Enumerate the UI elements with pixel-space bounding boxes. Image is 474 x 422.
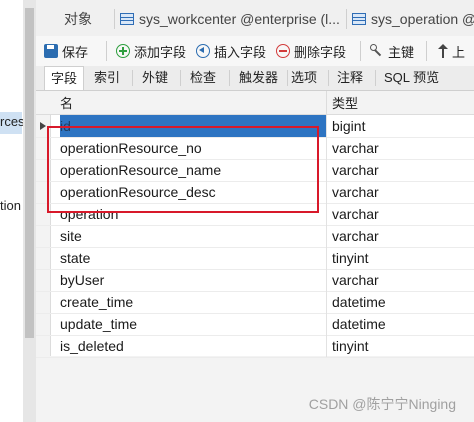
tab-fields[interactable]: 字段 [44, 66, 85, 90]
current-row-marker-icon [40, 122, 46, 130]
fields-grid: 名 类型 id bigint operationResource_no varchar… [36, 91, 474, 422]
table-row[interactable]: operationResource_name varchar [36, 159, 474, 182]
field-name-cell[interactable]: operationResource_name [60, 159, 326, 181]
table-row[interactable]: id bigint [36, 115, 474, 138]
save-button[interactable]: 保存 [44, 40, 88, 62]
field-name-cell[interactable]: create_time [60, 291, 326, 313]
navigator-item-fragment[interactable]: tion [0, 198, 21, 213]
tab-foreign-keys[interactable]: 外键 [136, 66, 174, 90]
insert-field-button[interactable]: 插入字段 [196, 40, 266, 62]
field-name-cell[interactable]: is_deleted [60, 335, 326, 357]
table-row[interactable]: update_time datetime [36, 313, 474, 336]
table-row[interactable]: operationResource_desc varchar [36, 181, 474, 204]
tab-checks[interactable]: 检查 [184, 66, 222, 90]
grid-header: 名 类型 [36, 91, 474, 115]
table-icon [120, 13, 134, 25]
field-name-cell[interactable]: operation [60, 203, 326, 225]
field-name-cell[interactable]: operationResource_desc [60, 181, 326, 203]
move-up-button[interactable]: 上 [438, 40, 465, 62]
insert-icon [196, 44, 210, 58]
save-icon [44, 44, 58, 58]
key-icon [370, 44, 384, 58]
field-type-cell[interactable]: varchar [332, 137, 472, 159]
field-name-cell[interactable]: id [60, 115, 326, 137]
table-row[interactable]: create_time datetime [36, 291, 474, 314]
field-type-cell[interactable]: varchar [332, 225, 472, 247]
table-row[interactable]: state tinyint [36, 247, 474, 270]
table-row[interactable]: operationResource_no varchar [36, 137, 474, 160]
table-row[interactable]: byUser varchar [36, 269, 474, 292]
delete-icon [276, 44, 290, 58]
tab-triggers[interactable]: 触发器 [233, 66, 284, 90]
tab-sys-workcenter[interactable]: sys_workcenter @enterprise (l... [114, 6, 340, 32]
column-header-name[interactable]: 名 [60, 91, 73, 114]
field-name-cell[interactable]: byUser [60, 269, 326, 291]
table-row[interactable]: is_deleted tinyint [36, 335, 474, 358]
field-type-cell[interactable]: datetime [332, 313, 472, 335]
column-header-type[interactable]: 类型 [332, 91, 358, 114]
design-toolbar: 保存 添加字段 插入字段 删除字段 主键 上 [36, 36, 474, 66]
field-name-cell[interactable]: site [60, 225, 326, 247]
add-field-button[interactable]: 添加字段 [116, 40, 186, 62]
field-name-cell[interactable]: operationResource_no [60, 137, 326, 159]
field-type-cell[interactable]: varchar [332, 269, 472, 291]
field-name-cell[interactable]: state [60, 247, 326, 269]
table-row[interactable]: operation varchar [36, 203, 474, 226]
field-type-cell[interactable]: varchar [332, 203, 472, 225]
navigator-scrollbar[interactable] [23, 0, 36, 422]
tab-options[interactable]: 选项 [285, 66, 323, 90]
navigator-pane: rces tion [0, 0, 36, 422]
field-type-cell[interactable]: tinyint [332, 335, 472, 357]
field-type-cell[interactable]: bigint [332, 115, 472, 137]
add-icon [116, 44, 130, 58]
designer-tabs: 字段 索引 外键 检查 触发器 选项 注释 SQL 预览 [36, 66, 474, 91]
table-icon [352, 13, 366, 25]
primary-key-button[interactable]: 主键 [370, 40, 414, 62]
delete-field-button[interactable]: 删除字段 [276, 40, 346, 62]
field-name-cell[interactable]: update_time [60, 313, 326, 335]
tab-sys-operation[interactable]: sys_operation @ [346, 6, 474, 32]
tab-comments[interactable]: 注释 [331, 66, 369, 90]
field-type-cell[interactable]: varchar [332, 159, 472, 181]
watermark: CSDN @陈宁宁Ninging [308, 396, 456, 412]
tab-indexes[interactable]: 索引 [88, 66, 126, 90]
field-type-cell[interactable]: tinyint [332, 247, 472, 269]
table-row[interactable]: site varchar [36, 225, 474, 248]
navigator-item-fragment[interactable]: rces [0, 114, 25, 129]
scrollbar-thumb[interactable] [25, 8, 34, 338]
tab-objects[interactable]: 对象 [64, 6, 92, 32]
field-type-cell[interactable]: varchar [332, 181, 472, 203]
arrow-up-icon [438, 44, 448, 58]
tab-sql-preview[interactable]: SQL 预览 [378, 66, 445, 90]
document-tab-bar: 对象 sys_workcenter @enterprise (l... sys_… [36, 0, 474, 37]
field-type-cell[interactable]: datetime [332, 291, 472, 313]
